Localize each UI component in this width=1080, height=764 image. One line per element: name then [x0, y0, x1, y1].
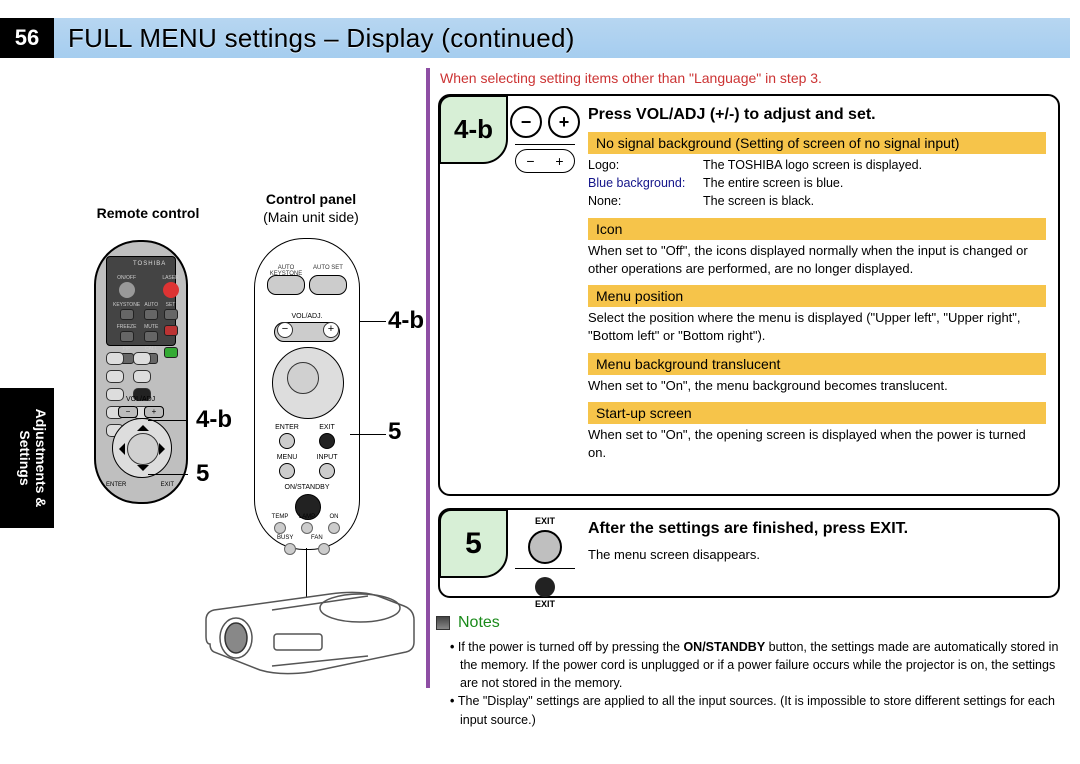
panel-callout-5: 5	[388, 418, 401, 446]
menupos-desc: Select the position where the menu is di…	[588, 309, 1046, 344]
exit-button-small-icon	[535, 577, 555, 597]
note-2: The "Display" settings are applied to al…	[450, 692, 1060, 728]
exit-label-bottom: EXIT	[506, 599, 584, 609]
step-tag-5: 5	[439, 509, 508, 578]
nosignal-heading: No signal background (Setting of screen …	[588, 132, 1046, 154]
step-5-diagram: EXIT EXIT	[506, 516, 584, 609]
icon-heading: Icon	[588, 218, 1046, 240]
page-number-badge: 56	[0, 18, 54, 58]
step-4b-diagram: − + −+	[506, 106, 584, 173]
remote-vol-plus-icon: +	[144, 406, 164, 418]
remote-callout-4b: 4-b	[196, 406, 232, 434]
exit-button-large-icon	[528, 530, 562, 564]
panel-callout-4b: 4-b	[388, 307, 424, 335]
menupos-heading: Menu position	[588, 285, 1046, 307]
notes-icon	[436, 616, 450, 630]
step-5-title: After the settings are finished, press E…	[588, 520, 1046, 538]
vertical-divider	[426, 68, 430, 688]
panel-minus-icon: −	[277, 322, 293, 338]
remote-voladj-label: VOL/ADJ	[126, 396, 155, 403]
panel-fan-led: FAN	[311, 535, 337, 555]
remote-vol-minus-icon: −	[118, 406, 138, 418]
remote-control-label: Remote control	[88, 205, 208, 221]
menubg-heading: Menu background translucent	[588, 353, 1046, 375]
step-5-desc: The menu screen disappears.	[588, 546, 1046, 564]
panel-nav-pad-icon	[272, 347, 342, 417]
note-1: If the power is turned off by pressing t…	[450, 638, 1060, 692]
minus-icon: −	[510, 106, 542, 138]
plus-icon: +	[548, 106, 580, 138]
panel-lamp-led: LAMP	[296, 514, 318, 534]
panel-on-led: ON	[323, 514, 345, 534]
remote-callout-5: 5	[196, 460, 209, 488]
remote-brand: TOSHIBA	[133, 261, 166, 267]
menubg-desc: When set to "On", the menu background be…	[588, 377, 1046, 395]
control-panel-illustration: AUTO KEYSTONEAUTO SET VOL/ADJ. − + ENTER…	[254, 238, 360, 550]
projector-illustration	[200, 586, 420, 676]
leader-line	[350, 434, 386, 435]
leader-line	[360, 321, 386, 322]
panel-temp-led: TEMP	[269, 514, 291, 534]
remote-control-illustration: TOSHIBA ON/OFF LASER KEYSTONE AUTO SET F…	[94, 240, 204, 530]
panel-busy-led: BUSY	[277, 535, 303, 555]
side-tab: Adjustments & Settings	[0, 388, 54, 528]
panel-plus-icon: +	[323, 322, 339, 338]
notes-title: Notes	[458, 614, 500, 632]
svg-text:Settings: Settings	[17, 430, 33, 485]
exit-label-top: EXIT	[506, 516, 584, 526]
startup-desc: When set to "On", the opening screen is …	[588, 426, 1046, 461]
title-bar: FULL MENU settings – Display (continued)	[54, 18, 1070, 58]
svg-text:Adjustments &: Adjustments &	[33, 409, 49, 508]
icon-desc: When set to "Off", the icons displayed n…	[588, 242, 1046, 277]
notes-section: Notes If the power is turned off by pres…	[436, 614, 1060, 729]
startup-heading: Start-up screen	[588, 402, 1046, 424]
page-title: FULL MENU settings – Display (continued)	[68, 23, 575, 54]
leader-line	[148, 474, 188, 475]
step-5-box: 5 EXIT EXIT After the settings are finis…	[438, 508, 1060, 598]
control-panel-sublabel: (Main unit side)	[251, 209, 371, 225]
leader-line	[148, 420, 188, 421]
remote-nav-pad-icon	[112, 418, 170, 476]
step-4b-box: 4-b − + −+ Press VOL/ADJ (+/-) to adjust…	[438, 94, 1060, 496]
control-panel-label: Control panel	[251, 191, 371, 207]
step-tag-4b: 4-b	[439, 95, 508, 164]
step-4b-title: Press VOL/ADJ (+/-) to adjust and set.	[588, 106, 1046, 124]
step-condition-note: When selecting setting items other than …	[440, 70, 822, 86]
